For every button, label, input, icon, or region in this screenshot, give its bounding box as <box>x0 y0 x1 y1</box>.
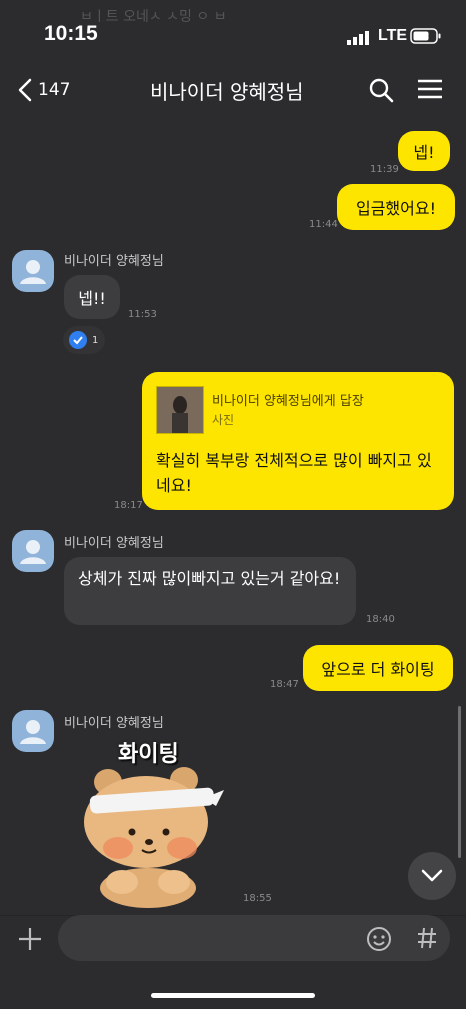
message-text: 상체가 진짜 많이빠지고 있는거 같아요! <box>78 569 341 588</box>
cat-sticker-illustration <box>84 767 224 908</box>
message-text: 앞으로 더 화이팅 <box>321 660 435 679</box>
sent-message-bubble[interactable]: 앞으로 더 화이팅 <box>303 645 453 691</box>
sender-name: 비나이더 양혜정님 <box>64 536 164 551</box>
message-text: 넵! <box>413 143 435 162</box>
message-time: 11:39 <box>370 164 399 175</box>
unread-count: 147 <box>38 80 71 100</box>
received-message-bubble[interactable]: 상체가 진짜 많이빠지고 있는거 같아요! <box>64 557 356 625</box>
message-text: 넵!! <box>78 289 106 308</box>
chevron-left-icon <box>18 78 32 102</box>
message-time: 18:17 <box>114 500 143 511</box>
reply-target-label: 비나이더 양혜정님에게 답장 <box>212 394 364 409</box>
message-time: 18:47 <box>270 679 299 690</box>
sender-name: 비나이더 양혜정님 <box>64 254 164 269</box>
message-time: 18:40 <box>366 614 395 625</box>
message-time: 11:53 <box>128 309 157 320</box>
sent-message-bubble[interactable]: 입금했어요! <box>337 184 455 230</box>
message-text: 입금했어요! <box>355 199 436 218</box>
reply-photo-thumbnail[interactable] <box>156 386 204 434</box>
plus-icon[interactable] <box>17 926 43 952</box>
chevron-down-icon <box>421 869 443 882</box>
battery-icon <box>410 28 442 44</box>
avatar[interactable] <box>12 710 54 752</box>
scroll-down-button[interactable] <box>408 852 456 900</box>
network-label: LTE <box>378 27 408 44</box>
sticker[interactable]: 화이팅 <box>74 732 234 908</box>
reply-type-label: 사진 <box>212 413 235 427</box>
avatar[interactable] <box>12 530 54 572</box>
sender-name: 비나이더 양혜정님 <box>64 716 164 731</box>
avatar[interactable] <box>12 250 54 292</box>
emoji-icon[interactable] <box>366 926 392 952</box>
signal-icon <box>347 30 371 45</box>
search-icon[interactable] <box>368 77 394 103</box>
message-time: 11:44 <box>309 219 338 230</box>
scrollbar[interactable] <box>458 706 461 858</box>
sent-message-bubble[interactable]: 넵! <box>398 131 450 171</box>
reply-message-bubble[interactable]: 비나이더 양혜정님에게 답장 사진 확실히 복부랑 전체적으로 많이 빠지고 있… <box>142 372 454 510</box>
status-time: 10:15 <box>44 22 98 45</box>
overlay-watermark-text: ㅂㅣ트 오네ㅅ ㅅ밍 ㅇ ㅂ <box>80 9 227 25</box>
reaction-count: 1 <box>92 334 99 346</box>
reaction-chip[interactable]: 1 <box>63 326 105 354</box>
message-text: 확실히 복부랑 전체적으로 많이 빠지고 있네요! <box>156 451 432 495</box>
message-time: 18:55 <box>243 893 272 904</box>
chat-title: 비나이더 양혜정님 <box>150 80 304 104</box>
menu-icon[interactable] <box>416 77 444 101</box>
home-indicator <box>151 993 315 998</box>
check-reaction-icon <box>69 331 87 349</box>
received-message-bubble[interactable]: 넵!! <box>64 275 120 319</box>
hashtag-icon[interactable] <box>416 926 438 950</box>
